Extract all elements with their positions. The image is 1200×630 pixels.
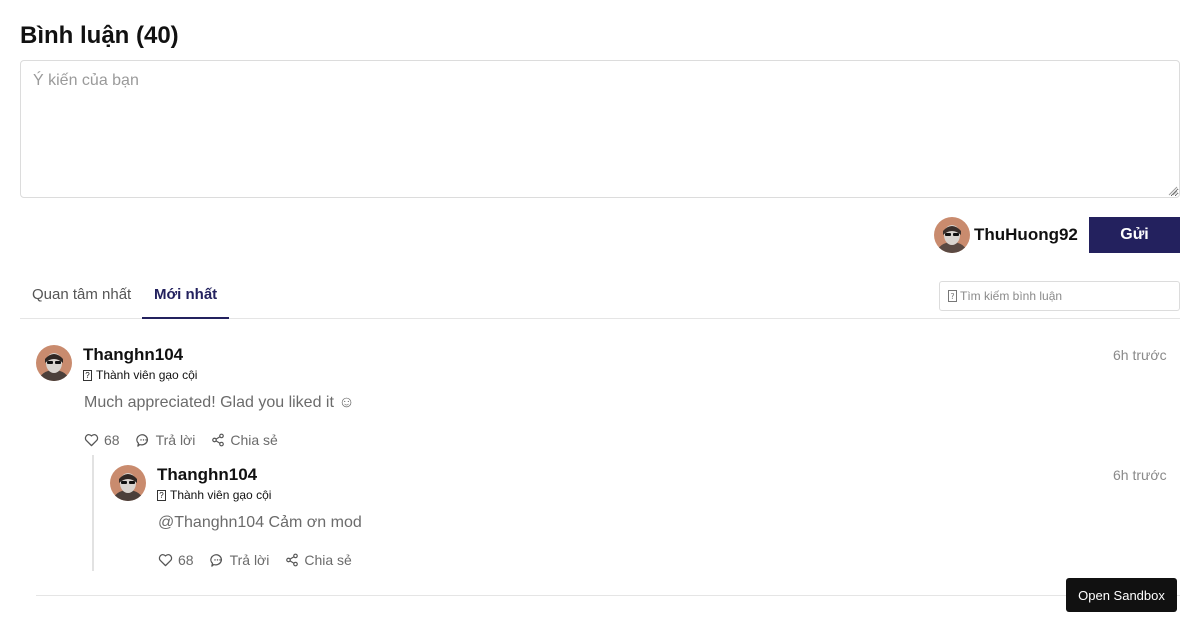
open-sandbox-button[interactable]: Open Sandbox — [1066, 578, 1177, 612]
comment-bubble-icon — [135, 433, 148, 447]
comment-bubble-icon — [209, 553, 222, 567]
reply-author[interactable]: Thanghn104 — [157, 465, 257, 485]
search-icon: ? — [948, 290, 957, 302]
like-count: 68 — [178, 552, 194, 568]
send-button[interactable]: Gửi — [1089, 217, 1180, 253]
reply-text: @Thanghn104 Cảm ơn mod — [158, 514, 362, 531]
reply-label: Trả lời — [155, 432, 196, 448]
badge-icon: ? — [83, 369, 92, 381]
like-count: 68 — [104, 432, 120, 448]
share-label: Chia sẻ — [230, 432, 278, 448]
heart-icon — [84, 434, 99, 447]
share-button[interactable]: Chia sẻ — [211, 432, 278, 448]
current-username: ThuHuong92 — [974, 225, 1078, 244]
member-badge: ? Thành viên gạo cội — [83, 368, 197, 382]
page-title: Bình luận (40) — [20, 22, 179, 49]
share-label: Chia sẻ — [304, 552, 352, 568]
reply-thread-line — [92, 455, 94, 571]
share-icon — [212, 433, 225, 447]
comment-text: Much appreciated! Glad you liked it ☺ — [84, 394, 355, 411]
like-button[interactable]: 68 — [84, 432, 120, 448]
heart-icon — [158, 554, 173, 567]
avatar[interactable] — [110, 465, 146, 501]
share-button[interactable]: Chia sẻ — [285, 552, 352, 568]
badge-label: Thành viên gạo cội — [96, 368, 198, 382]
avatar — [934, 217, 970, 253]
badge-icon: ? — [157, 489, 166, 501]
svg-text:?: ? — [950, 292, 954, 301]
search-input[interactable] — [960, 289, 1170, 303]
avatar[interactable] — [36, 345, 72, 381]
comment-divider — [36, 595, 1180, 596]
badge-label: Thành viên gạo cội — [170, 488, 272, 502]
like-button[interactable]: 68 — [158, 552, 194, 568]
tab-newest[interactable]: Mới nhất — [142, 270, 230, 319]
comment-time: 6h trước — [1113, 347, 1167, 363]
composer-user: ThuHuong92 — [934, 217, 1078, 253]
share-icon — [286, 553, 299, 567]
reply-button[interactable]: Trả lời — [135, 432, 196, 448]
comment-author[interactable]: Thanghn104 — [83, 345, 183, 365]
tab-most-relevant[interactable]: Quan tâm nhất — [20, 270, 143, 319]
comment-textarea[interactable] — [20, 60, 1180, 198]
reply-actions: 68 Trả lời Chia sẻ — [158, 552, 368, 568]
member-badge: ? Thành viên gạo cội — [157, 488, 271, 502]
comment-actions: 68 Trả lời Chia sẻ — [84, 432, 294, 448]
reply-label: Trả lời — [229, 552, 270, 568]
search-box[interactable]: ? — [939, 281, 1180, 311]
reply-button[interactable]: Trả lời — [209, 552, 270, 568]
reply-time: 6h trước — [1113, 467, 1167, 483]
